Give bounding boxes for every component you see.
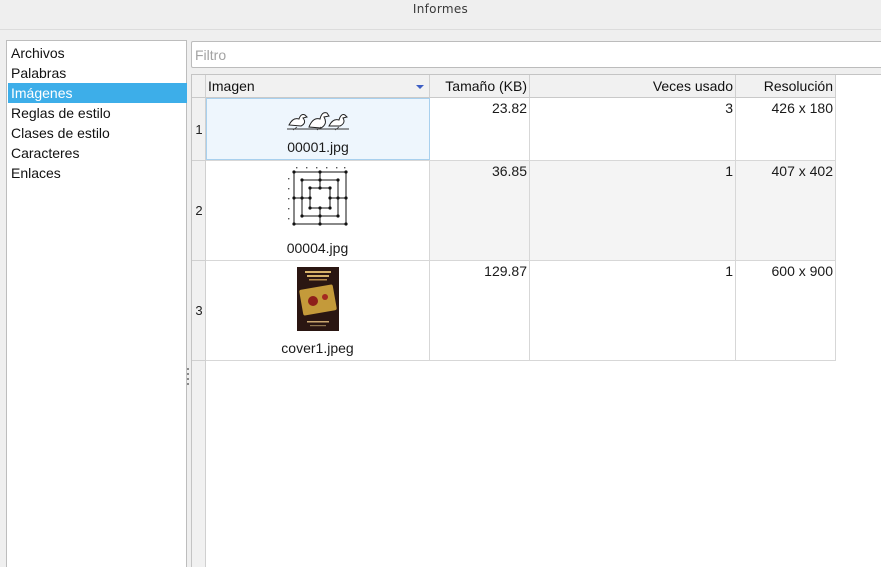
column-header-imagen[interactable]: Imagen bbox=[206, 75, 430, 98]
table-row[interactable]: 00004.jpg 36.85 1 407 x 402 bbox=[206, 161, 836, 261]
column-header-resolucion[interactable]: Resolución bbox=[736, 75, 836, 98]
times-used-cell[interactable]: 1 bbox=[530, 161, 736, 260]
column-header-label: Imagen bbox=[208, 78, 255, 94]
filter-input[interactable] bbox=[192, 42, 881, 67]
sidebar-item-caracteres[interactable]: Caracteres bbox=[8, 143, 187, 163]
column-header-veces-usado[interactable]: Veces usado bbox=[530, 75, 736, 98]
resolution-cell[interactable]: 407 x 402 bbox=[736, 161, 836, 260]
window-title: Informes bbox=[412, 2, 469, 16]
image-filename: 00001.jpg bbox=[287, 139, 349, 155]
resolution-cell[interactable]: 426 x 180 bbox=[736, 98, 836, 160]
sidebar-item-imagenes[interactable]: Imágenes bbox=[8, 83, 187, 103]
row-header-3[interactable]: 3 bbox=[192, 261, 206, 361]
times-used-cell[interactable]: 3 bbox=[530, 98, 736, 160]
size-cell[interactable]: 129.87 bbox=[430, 261, 530, 360]
grid-diagram-thumbnail bbox=[285, 166, 350, 228]
row-header-2[interactable]: 2 bbox=[192, 161, 206, 261]
image-cell[interactable]: cover1.jpeg bbox=[206, 261, 430, 360]
title-bar: Informes bbox=[0, 0, 881, 30]
table-corner-button[interactable] bbox=[192, 75, 206, 98]
column-header-tamano[interactable]: Tamaño (KB) bbox=[430, 75, 530, 98]
image-cell[interactable]: 00004.jpg bbox=[206, 161, 430, 260]
sidebar-item-palabras[interactable]: Palabras bbox=[8, 63, 187, 83]
sidebar-item-enlaces[interactable]: Enlaces bbox=[8, 163, 187, 183]
sort-descending-icon bbox=[416, 85, 424, 89]
sidebar-item-archivos[interactable]: Archivos bbox=[8, 43, 187, 63]
ducks-thumbnail bbox=[287, 112, 349, 131]
size-cell[interactable]: 23.82 bbox=[430, 98, 530, 160]
splitter-handle[interactable] bbox=[187, 368, 190, 394]
size-cell[interactable]: 36.85 bbox=[430, 161, 530, 260]
image-cell[interactable]: 00001.jpg bbox=[206, 98, 430, 160]
resolution-cell[interactable]: 600 x 900 bbox=[736, 261, 836, 360]
row-header-1[interactable]: 1 bbox=[192, 98, 206, 161]
report-category-list: Archivos Palabras Imágenes Reglas de est… bbox=[6, 40, 187, 567]
book-cover-thumbnail bbox=[296, 267, 339, 331]
image-filename: 00004.jpg bbox=[286, 240, 349, 256]
sidebar-item-reglas-de-estilo[interactable]: Reglas de estilo bbox=[8, 103, 187, 123]
sidebar-item-clases-de-estilo[interactable]: Clases de estilo bbox=[8, 123, 187, 143]
image-filename: cover1.jpeg bbox=[281, 340, 354, 356]
images-table: Imagen Tamaño (KB) Veces usado Resolució… bbox=[191, 74, 881, 567]
times-used-cell[interactable]: 1 bbox=[530, 261, 736, 360]
filter-field bbox=[191, 41, 881, 68]
table-row[interactable]: 00001.jpg 23.82 3 426 x 180 bbox=[206, 98, 836, 161]
table-row[interactable]: cover1.jpeg 129.87 1 600 x 900 bbox=[206, 261, 836, 361]
